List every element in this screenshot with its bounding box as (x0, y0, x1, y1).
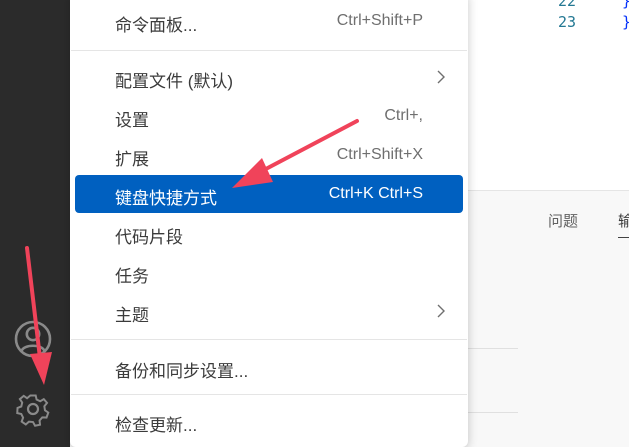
manage-menu: 命令面板... Ctrl+Shift+P 配置文件 (默认) 设置 Ctrl+,… (70, 0, 468, 447)
menu-item-keyboard-shortcuts[interactable]: 键盘快捷方式 Ctrl+K Ctrl+S (75, 175, 463, 213)
code-brace: } (622, 0, 629, 10)
code-brace: } (622, 13, 629, 31)
menu-item-label: 主题 (115, 306, 149, 325)
menu-item-label: 备份和同步设置... (115, 362, 249, 381)
menu-item-label: 配置文件 (默认) (115, 72, 234, 91)
menu-item-shortcut: Ctrl+K Ctrl+S (328, 185, 423, 202)
gear-icon (16, 394, 50, 427)
menu-item-label: 命令面板... (115, 16, 198, 35)
menu-item-label: 任务 (115, 267, 149, 286)
bottom-panel: 问题 输 (468, 190, 629, 447)
activity-bar (0, 0, 70, 447)
chevron-right-icon (437, 304, 445, 318)
menu-item-label: 键盘快捷方式 (115, 189, 217, 208)
account-button[interactable] (12, 318, 54, 360)
editor-area[interactable]: 22 } 23 } (468, 0, 629, 190)
menu-item-extensions[interactable]: 扩展 Ctrl+Shift+X (75, 136, 463, 174)
menu-separator (71, 50, 467, 51)
menu-item-profile[interactable]: 配置文件 (默认) (75, 58, 463, 96)
menu-separator (71, 394, 467, 395)
menu-item-check-updates[interactable]: 检查更新... (75, 402, 463, 440)
menu-item-backup-sync[interactable]: 备份和同步设置... (75, 348, 463, 386)
account-icon (14, 320, 52, 358)
menu-item-snippets[interactable]: 代码片段 (75, 214, 463, 252)
menu-item-shortcut: Ctrl+, (384, 107, 423, 124)
menu-item-command-palette[interactable]: 命令面板... Ctrl+Shift+P (75, 2, 463, 40)
manage-gear-button[interactable] (12, 388, 54, 430)
menu-item-themes[interactable]: 主题 (75, 292, 463, 330)
menu-item-label: 设置 (115, 111, 149, 130)
menu-item-shortcut: Ctrl+Shift+X (336, 146, 423, 163)
menu-separator (71, 339, 467, 340)
chevron-right-icon (437, 70, 445, 84)
line-number: 22 (558, 0, 577, 10)
menu-item-label: 代码片段 (115, 228, 183, 247)
menu-item-shortcut: Ctrl+Shift+P (336, 12, 423, 29)
app-root: 22 } 23 } 问题 输 命令面板... Ctrl+Shift+P 配置文件… (0, 0, 629, 447)
menu-item-label: 检查更新... (115, 416, 198, 435)
tab-output[interactable]: 输 (618, 210, 629, 238)
tab-problems[interactable]: 问题 (548, 210, 578, 231)
line-number: 23 (558, 13, 577, 31)
menu-item-label: 扩展 (115, 150, 149, 169)
menu-item-tasks[interactable]: 任务 (75, 253, 463, 291)
menu-item-settings[interactable]: 设置 Ctrl+, (75, 97, 463, 135)
